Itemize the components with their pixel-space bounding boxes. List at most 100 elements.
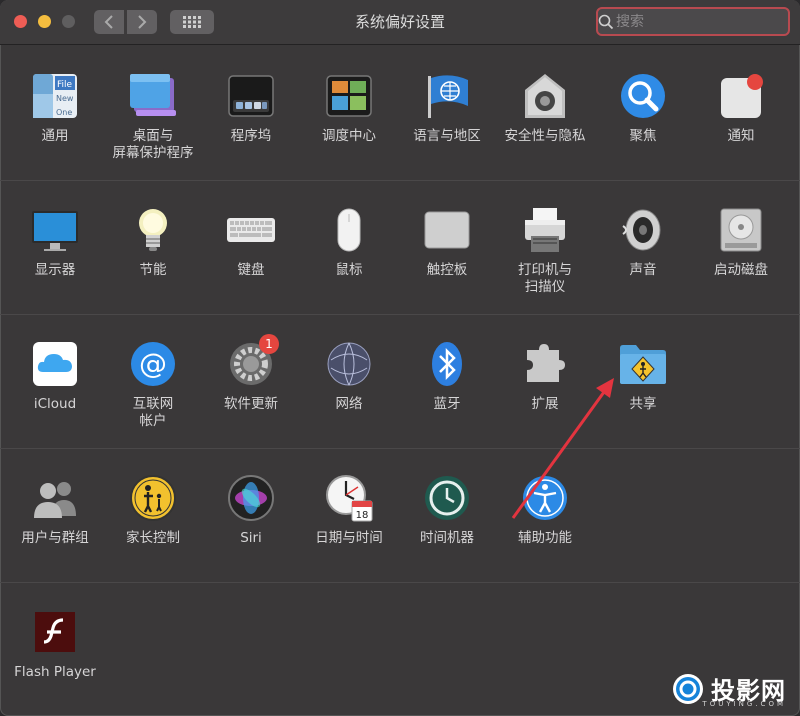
pane-flash-player[interactable]: Flash Player [6,606,104,681]
keyboard-icon [225,204,277,256]
system-preferences-window: 系统偏好设置 File New One 通用 桌面与 屏幕保护程序 程序坞 [0,0,800,716]
software-update-icon: 1 [225,334,279,390]
pane-startup-disk[interactable]: 启动磁盘 [692,204,790,279]
pane-users-groups[interactable]: 用户与群组 [6,472,104,547]
pane-label: 家长控制 [126,530,180,546]
svg-text:New: New [56,94,74,103]
search-input[interactable] [614,10,790,33]
watermark: 投影网 TOUYING.COM [671,671,786,708]
watermark-logo-icon [673,673,703,704]
forward-button[interactable] [127,10,157,34]
displays-icon [29,204,81,256]
date-time-icon: 18 [323,472,375,524]
pane-label: 打印机与 扫描仪 [518,262,572,295]
pane-label: 鼠标 [335,262,363,278]
minimize-window-button[interactable] [38,15,51,28]
pane-label: 日期与时间 [315,530,383,546]
chevron-left-icon [104,15,113,29]
sharing-icon [617,338,669,390]
pane-bluetooth[interactable]: 蓝牙 [398,338,496,413]
pane-label: iCloud [33,396,77,412]
mission-control-icon [323,70,375,122]
pane-date-time[interactable]: 18 日期与时间 [300,472,398,547]
update-count-badge: 1 [259,334,279,354]
pane-label: 桌面与 屏幕保护程序 [112,128,194,161]
search-field[interactable] [596,7,790,36]
pane-software-update[interactable]: 1 软件更新 [202,334,300,413]
section-divider [0,448,800,449]
pane-label: 扩展 [531,396,559,412]
pane-label: 网络 [335,396,363,412]
time-machine-icon [421,472,473,524]
pane-label: 调度中心 [322,128,376,144]
language-region-icon [421,70,473,122]
pane-displays[interactable]: 显示器 [6,204,104,279]
pane-internet-accounts[interactable]: @ 互联网 帐户 [104,338,202,430]
section-divider [0,582,800,583]
pane-dock[interactable]: 程序坞 [202,70,300,145]
close-window-button[interactable] [14,15,27,28]
pane-general[interactable]: File New One 通用 [6,70,104,145]
pane-parental-controls[interactable]: 家长控制 [104,472,202,547]
pane-label: Siri [240,530,262,546]
pane-sound[interactable]: 声音 [594,204,692,279]
pane-label: 蓝牙 [433,396,461,412]
pane-language-region[interactable]: 语言与地区 [398,70,496,145]
zoom-window-button[interactable] [62,15,75,28]
svg-text:@: @ [139,347,167,380]
pane-mouse[interactable]: 鼠标 [300,204,398,279]
pane-label: 程序坞 [230,128,272,144]
pane-siri[interactable]: Siri [202,472,300,547]
titlebar: 系统偏好设置 [0,0,800,45]
grid-icon [183,16,201,28]
pane-label: 触控板 [426,262,468,278]
back-button[interactable] [94,10,124,34]
pane-security-privacy[interactable]: 安全性与隐私 [496,70,594,145]
icloud-icon [29,338,81,390]
pane-label: 软件更新 [224,396,278,412]
pane-label: 显示器 [34,262,76,278]
section-divider [0,314,800,315]
general-icon: File New One [29,70,81,122]
pane-label: 节能 [139,262,167,278]
parental-controls-icon [127,472,179,524]
pane-energy-saver[interactable]: 节能 [104,204,202,279]
accessibility-icon [519,472,571,524]
pane-spotlight[interactable]: 聚焦 [594,70,692,145]
pane-label: 声音 [629,262,657,278]
energy-saver-icon [127,204,179,256]
desktop-screensaver-icon [127,70,179,122]
pane-accessibility[interactable]: 辅助功能 [496,472,594,547]
pane-keyboard[interactable]: 键盘 [202,204,300,279]
pane-printers-scanners[interactable]: 打印机与 扫描仪 [496,204,594,296]
pane-notifications[interactable]: 通知 [692,70,790,145]
pane-network[interactable]: 网络 [300,338,398,413]
pane-time-machine[interactable]: 时间机器 [398,472,496,547]
extensions-icon [519,338,571,390]
internet-accounts-icon: @ [127,338,179,390]
svg-text:18: 18 [356,510,369,521]
pane-label: 启动磁盘 [714,262,768,278]
security-privacy-icon [519,70,571,122]
svg-text:File: File [57,80,73,90]
pane-label: 语言与地区 [413,128,481,144]
pane-label: 时间机器 [420,530,474,546]
pane-desktop-screensaver[interactable]: 桌面与 屏幕保护程序 [104,70,202,162]
users-groups-icon [29,472,81,524]
pane-label: 键盘 [237,262,265,278]
section-divider [0,180,800,181]
pane-extensions[interactable]: 扩展 [496,338,594,413]
notifications-icon [715,70,767,122]
mouse-icon [323,204,375,256]
pane-mission-control[interactable]: 调度中心 [300,70,398,145]
siri-icon [225,472,277,524]
pane-label: 用户与群组 [21,530,89,546]
show-all-button[interactable] [170,10,214,34]
chevron-right-icon [138,15,147,29]
pane-icloud[interactable]: iCloud [6,338,104,413]
pane-sharing[interactable]: 共享 [594,338,692,413]
pane-trackpad[interactable]: 触控板 [398,204,496,279]
flash-player-icon [29,606,81,658]
startup-disk-icon [715,204,767,256]
trackpad-icon [421,204,473,256]
